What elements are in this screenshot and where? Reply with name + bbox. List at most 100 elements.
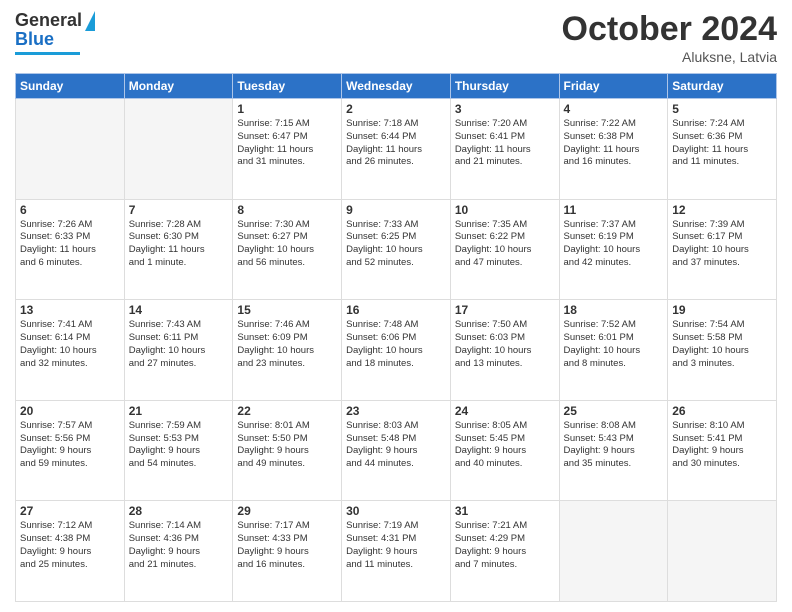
table-row: 5 Sunrise: 7:24 AM Sunset: 6:36 PM Daylig…: [668, 99, 777, 200]
col-monday: Monday: [124, 74, 233, 99]
table-row: 4 Sunrise: 7:22 AM Sunset: 6:38 PM Daylig…: [559, 99, 668, 200]
day-number: 15: [237, 303, 337, 317]
table-row: [16, 99, 125, 200]
day-number: 8: [237, 203, 337, 217]
day-content: Sunrise: 7:21 AM Sunset: 4:29 PM Dayligh…: [455, 520, 555, 571]
calendar-week-row: 6 Sunrise: 7:26 AM Sunset: 6:33 PM Daylig…: [16, 199, 777, 300]
day-number: 28: [129, 504, 229, 518]
col-wednesday: Wednesday: [342, 74, 451, 99]
day-content: Sunrise: 7:17 AM Sunset: 4:33 PM Dayligh…: [237, 520, 337, 571]
day-number: 22: [237, 404, 337, 418]
day-number: 31: [455, 504, 555, 518]
day-number: 4: [564, 102, 664, 116]
day-content: Sunrise: 7:14 AM Sunset: 4:36 PM Dayligh…: [129, 520, 229, 571]
day-number: 14: [129, 303, 229, 317]
day-number: 25: [564, 404, 664, 418]
day-number: 10: [455, 203, 555, 217]
col-sunday: Sunday: [16, 74, 125, 99]
day-number: 6: [20, 203, 120, 217]
day-content: Sunrise: 7:59 AM Sunset: 5:53 PM Dayligh…: [129, 420, 229, 471]
table-row: 25 Sunrise: 8:08 AM Sunset: 5:43 PM Dayli…: [559, 400, 668, 501]
table-row: 8 Sunrise: 7:30 AM Sunset: 6:27 PM Daylig…: [233, 199, 342, 300]
day-number: 23: [346, 404, 446, 418]
day-number: 9: [346, 203, 446, 217]
table-row: 26 Sunrise: 8:10 AM Sunset: 5:41 PM Dayli…: [668, 400, 777, 501]
day-content: Sunrise: 8:01 AM Sunset: 5:50 PM Dayligh…: [237, 420, 337, 471]
day-number: 24: [455, 404, 555, 418]
col-friday: Friday: [559, 74, 668, 99]
calendar-week-row: 1 Sunrise: 7:15 AM Sunset: 6:47 PM Daylig…: [16, 99, 777, 200]
table-row: 15 Sunrise: 7:46 AM Sunset: 6:09 PM Dayli…: [233, 300, 342, 401]
day-number: 21: [129, 404, 229, 418]
day-content: Sunrise: 7:43 AM Sunset: 6:11 PM Dayligh…: [129, 319, 229, 370]
table-row: [124, 99, 233, 200]
table-row: 30Sunrise: 7:19 AM Sunset: 4:31 PM Dayli…: [342, 501, 451, 602]
day-content: Sunrise: 7:18 AM Sunset: 6:44 PM Dayligh…: [346, 118, 446, 169]
day-content: Sunrise: 7:12 AM Sunset: 4:38 PM Dayligh…: [20, 520, 120, 571]
day-number: 27: [20, 504, 120, 518]
month-title: October 2024: [562, 10, 777, 49]
table-row: 1 Sunrise: 7:15 AM Sunset: 6:47 PM Daylig…: [233, 99, 342, 200]
day-number: 29: [237, 504, 337, 518]
day-content: Sunrise: 7:46 AM Sunset: 6:09 PM Dayligh…: [237, 319, 337, 370]
header: General Blue October 2024 Aluksne, Latvi…: [15, 10, 777, 65]
day-number: 19: [672, 303, 772, 317]
day-content: Sunrise: 7:24 AM Sunset: 6:36 PM Dayligh…: [672, 118, 772, 169]
day-number: 3: [455, 102, 555, 116]
table-row: 9 Sunrise: 7:33 AM Sunset: 6:25 PM Daylig…: [342, 199, 451, 300]
table-row: 6 Sunrise: 7:26 AM Sunset: 6:33 PM Daylig…: [16, 199, 125, 300]
day-content: Sunrise: 8:10 AM Sunset: 5:41 PM Dayligh…: [672, 420, 772, 471]
day-content: Sunrise: 7:33 AM Sunset: 6:25 PM Dayligh…: [346, 219, 446, 270]
table-row: [668, 501, 777, 602]
day-number: 13: [20, 303, 120, 317]
table-row: 27 Sunrise: 7:12 AM Sunset: 4:38 PM Dayli…: [16, 501, 125, 602]
calendar-table: Sunday Monday Tuesday Wednesday Thursday…: [15, 73, 777, 602]
table-row: 23Sunrise: 8:03 AM Sunset: 5:48 PM Dayli…: [342, 400, 451, 501]
day-content: Sunrise: 7:57 AM Sunset: 5:56 PM Dayligh…: [20, 420, 120, 471]
table-row: 10 Sunrise: 7:35 AM Sunset: 6:22 PM Dayli…: [450, 199, 559, 300]
table-row: 29 Sunrise: 7:17 AM Sunset: 4:33 PM Dayli…: [233, 501, 342, 602]
table-row: 24 Sunrise: 8:05 AM Sunset: 5:45 PM Dayli…: [450, 400, 559, 501]
day-content: Sunrise: 7:30 AM Sunset: 6:27 PM Dayligh…: [237, 219, 337, 270]
day-content: Sunrise: 8:05 AM Sunset: 5:45 PM Dayligh…: [455, 420, 555, 471]
table-row: 19Sunrise: 7:54 AM Sunset: 5:58 PM Dayli…: [668, 300, 777, 401]
day-content: Sunrise: 7:26 AM Sunset: 6:33 PM Dayligh…: [20, 219, 120, 270]
day-number: 11: [564, 203, 664, 217]
table-row: 12Sunrise: 7:39 AM Sunset: 6:17 PM Dayli…: [668, 199, 777, 300]
table-row: 7Sunrise: 7:28 AM Sunset: 6:30 PM Daylig…: [124, 199, 233, 300]
table-row: 16Sunrise: 7:48 AM Sunset: 6:06 PM Dayli…: [342, 300, 451, 401]
day-number: 5: [672, 102, 772, 116]
table-row: 21 Sunrise: 7:59 AM Sunset: 5:53 PM Dayli…: [124, 400, 233, 501]
table-row: 3 Sunrise: 7:20 AM Sunset: 6:41 PM Daylig…: [450, 99, 559, 200]
calendar-week-row: 20Sunrise: 7:57 AM Sunset: 5:56 PM Dayli…: [16, 400, 777, 501]
day-content: Sunrise: 8:08 AM Sunset: 5:43 PM Dayligh…: [564, 420, 664, 471]
day-content: Sunrise: 7:28 AM Sunset: 6:30 PM Dayligh…: [129, 219, 229, 270]
logo-general-text: General: [15, 10, 82, 31]
table-row: 18Sunrise: 7:52 AM Sunset: 6:01 PM Dayli…: [559, 300, 668, 401]
day-content: Sunrise: 7:37 AM Sunset: 6:19 PM Dayligh…: [564, 219, 664, 270]
day-content: Sunrise: 7:20 AM Sunset: 6:41 PM Dayligh…: [455, 118, 555, 169]
table-row: 11 Sunrise: 7:37 AM Sunset: 6:19 PM Dayli…: [559, 199, 668, 300]
day-number: 18: [564, 303, 664, 317]
day-number: 26: [672, 404, 772, 418]
logo-blue-text: Blue: [15, 29, 54, 50]
day-number: 1: [237, 102, 337, 116]
table-row: 2Sunrise: 7:18 AM Sunset: 6:44 PM Daylig…: [342, 99, 451, 200]
col-thursday: Thursday: [450, 74, 559, 99]
day-content: Sunrise: 7:22 AM Sunset: 6:38 PM Dayligh…: [564, 118, 664, 169]
title-section: October 2024 Aluksne, Latvia: [562, 10, 777, 65]
day-content: Sunrise: 7:35 AM Sunset: 6:22 PM Dayligh…: [455, 219, 555, 270]
table-row: [559, 501, 668, 602]
col-saturday: Saturday: [668, 74, 777, 99]
day-content: Sunrise: 7:50 AM Sunset: 6:03 PM Dayligh…: [455, 319, 555, 370]
day-number: 30: [346, 504, 446, 518]
logo-underline: [15, 52, 80, 55]
day-content: Sunrise: 7:48 AM Sunset: 6:06 PM Dayligh…: [346, 319, 446, 370]
day-content: Sunrise: 7:15 AM Sunset: 6:47 PM Dayligh…: [237, 118, 337, 169]
table-row: 17Sunrise: 7:50 AM Sunset: 6:03 PM Dayli…: [450, 300, 559, 401]
table-row: 31 Sunrise: 7:21 AM Sunset: 4:29 PM Dayli…: [450, 501, 559, 602]
day-content: Sunrise: 7:39 AM Sunset: 6:17 PM Dayligh…: [672, 219, 772, 270]
table-row: 28 Sunrise: 7:14 AM Sunset: 4:36 PM Dayli…: [124, 501, 233, 602]
table-row: 20Sunrise: 7:57 AM Sunset: 5:56 PM Dayli…: [16, 400, 125, 501]
logo: General Blue: [15, 10, 95, 55]
